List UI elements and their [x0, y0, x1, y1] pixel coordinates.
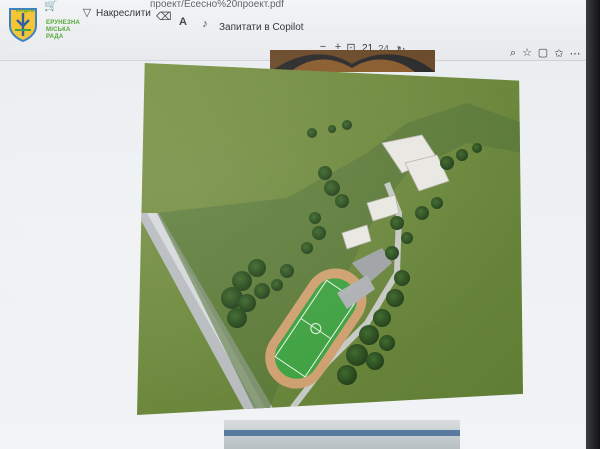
more-icon[interactable]: ⋯	[568, 47, 582, 61]
read-aloud-icon[interactable]: ♪	[198, 17, 212, 31]
previous-page-bottom	[270, 50, 435, 72]
cart-icon[interactable]: 🛒	[44, 0, 58, 13]
next-page-preview	[224, 420, 460, 449]
pin-icon[interactable]: ▢	[536, 46, 550, 60]
favorites-icon[interactable]: ✩	[552, 47, 566, 61]
star-icon[interactable]: ☆	[520, 46, 534, 60]
logo-text: ЕРУНЕЗНА МІСЬКА РАДА	[46, 20, 81, 40]
site-plan-render	[137, 63, 523, 415]
monitor-bezel	[586, 0, 600, 449]
search-icon[interactable]: ⌕	[506, 46, 520, 60]
eraser-icon[interactable]: ⌫	[156, 10, 172, 24]
ask-copilot-button[interactable]: Запитати в Copilot	[219, 22, 304, 33]
file-path: проект/Есесно%20проект.pdf	[150, 0, 284, 10]
filter-icon[interactable]: ▽	[80, 6, 94, 20]
photo-of-screen: ЕРУДЕНЬ ЕРУНЕЗНА МІСЬКА РАДА проект/Есес…	[0, 0, 600, 449]
draw-button[interactable]: Накреслити	[96, 8, 151, 19]
text-size-icon[interactable]: A	[176, 15, 190, 29]
stadium-aerial-rendering	[137, 63, 523, 415]
monitor-screen: ЕРУДЕНЬ ЕРУНЕЗНА МІСЬКА РАДА проект/Есес…	[0, 0, 590, 449]
logo-top-text: ЕРУДЕНЬ	[16, 8, 35, 13]
